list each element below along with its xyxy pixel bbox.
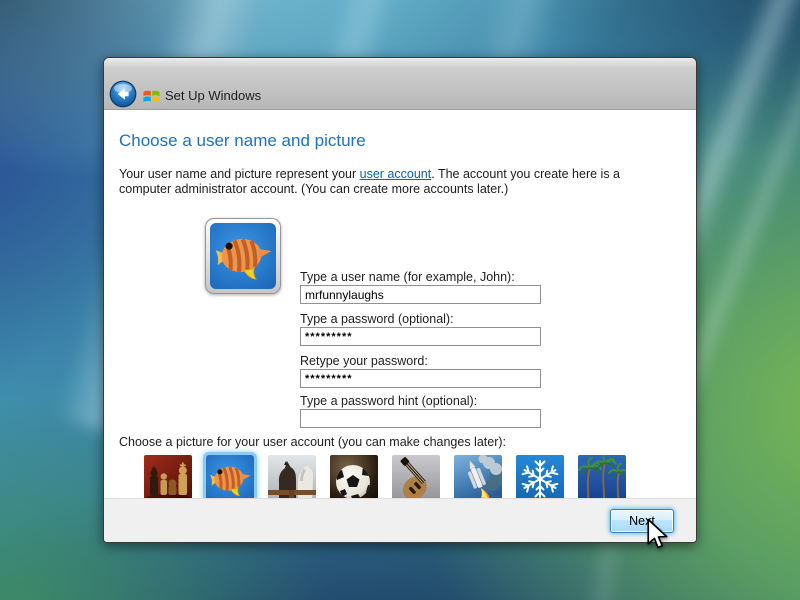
picture-option-palm-trees[interactable] (578, 455, 626, 503)
rocket-launch-icon (454, 455, 502, 503)
snowflake-icon (516, 455, 564, 503)
picture-option-rocket-launch[interactable] (454, 455, 502, 503)
password-hint-label: Type a password hint (optional): (300, 394, 478, 408)
picture-option-snowflake[interactable] (516, 455, 564, 503)
password-hint-input[interactable] (300, 409, 541, 428)
chess-pieces-icon (144, 455, 192, 503)
horses-icon (268, 455, 316, 503)
retype-password-input[interactable] (300, 369, 541, 388)
back-arrow-icon (109, 80, 137, 108)
picture-option-horses[interactable] (268, 455, 316, 503)
user-account-link[interactable]: user account (360, 167, 432, 181)
back-button[interactable] (109, 80, 137, 108)
user-avatar (205, 218, 281, 294)
windows-flag-icon (142, 87, 161, 106)
picture-option-soccer-ball[interactable] (330, 455, 378, 503)
bass-guitar-icon (392, 455, 440, 503)
username-input[interactable] (300, 285, 541, 304)
soccer-ball-icon (330, 455, 378, 503)
desktop-background: Set Up Windows Choose a user name and pi… (0, 0, 800, 600)
page-title: Choose a user name and picture (119, 131, 366, 150)
password-input[interactable] (300, 327, 541, 346)
retype-password-label: Retype your password: (300, 354, 428, 368)
picture-option-chess-pieces[interactable] (144, 455, 192, 503)
password-label: Type a password (optional): (300, 312, 454, 326)
picture-option-bass-guitar[interactable] (392, 455, 440, 503)
picture-chooser-label: Choose a picture for your user account (… (119, 435, 507, 449)
setup-wizard-window: Set Up Windows Choose a user name and pi… (103, 57, 697, 543)
wizard-content: Choose a user name and picture Your user… (104, 111, 696, 503)
next-button[interactable]: Next (610, 509, 674, 533)
wizard-titlebar: Set Up Windows (104, 58, 696, 110)
palm-trees-icon (578, 455, 626, 503)
wizard-title: Set Up Windows (165, 88, 262, 103)
intro-before: Your user name and picture represent you… (119, 167, 360, 181)
username-label: Type a user name (for example, John): (300, 270, 515, 284)
wizard-footer: Next (104, 498, 696, 542)
intro-text: Your user name and picture represent you… (119, 167, 664, 197)
butterfly-fish-avatar-icon (210, 223, 276, 289)
butterfly-fish-icon (206, 455, 254, 503)
picture-option-butterfly-fish[interactable] (206, 455, 254, 503)
